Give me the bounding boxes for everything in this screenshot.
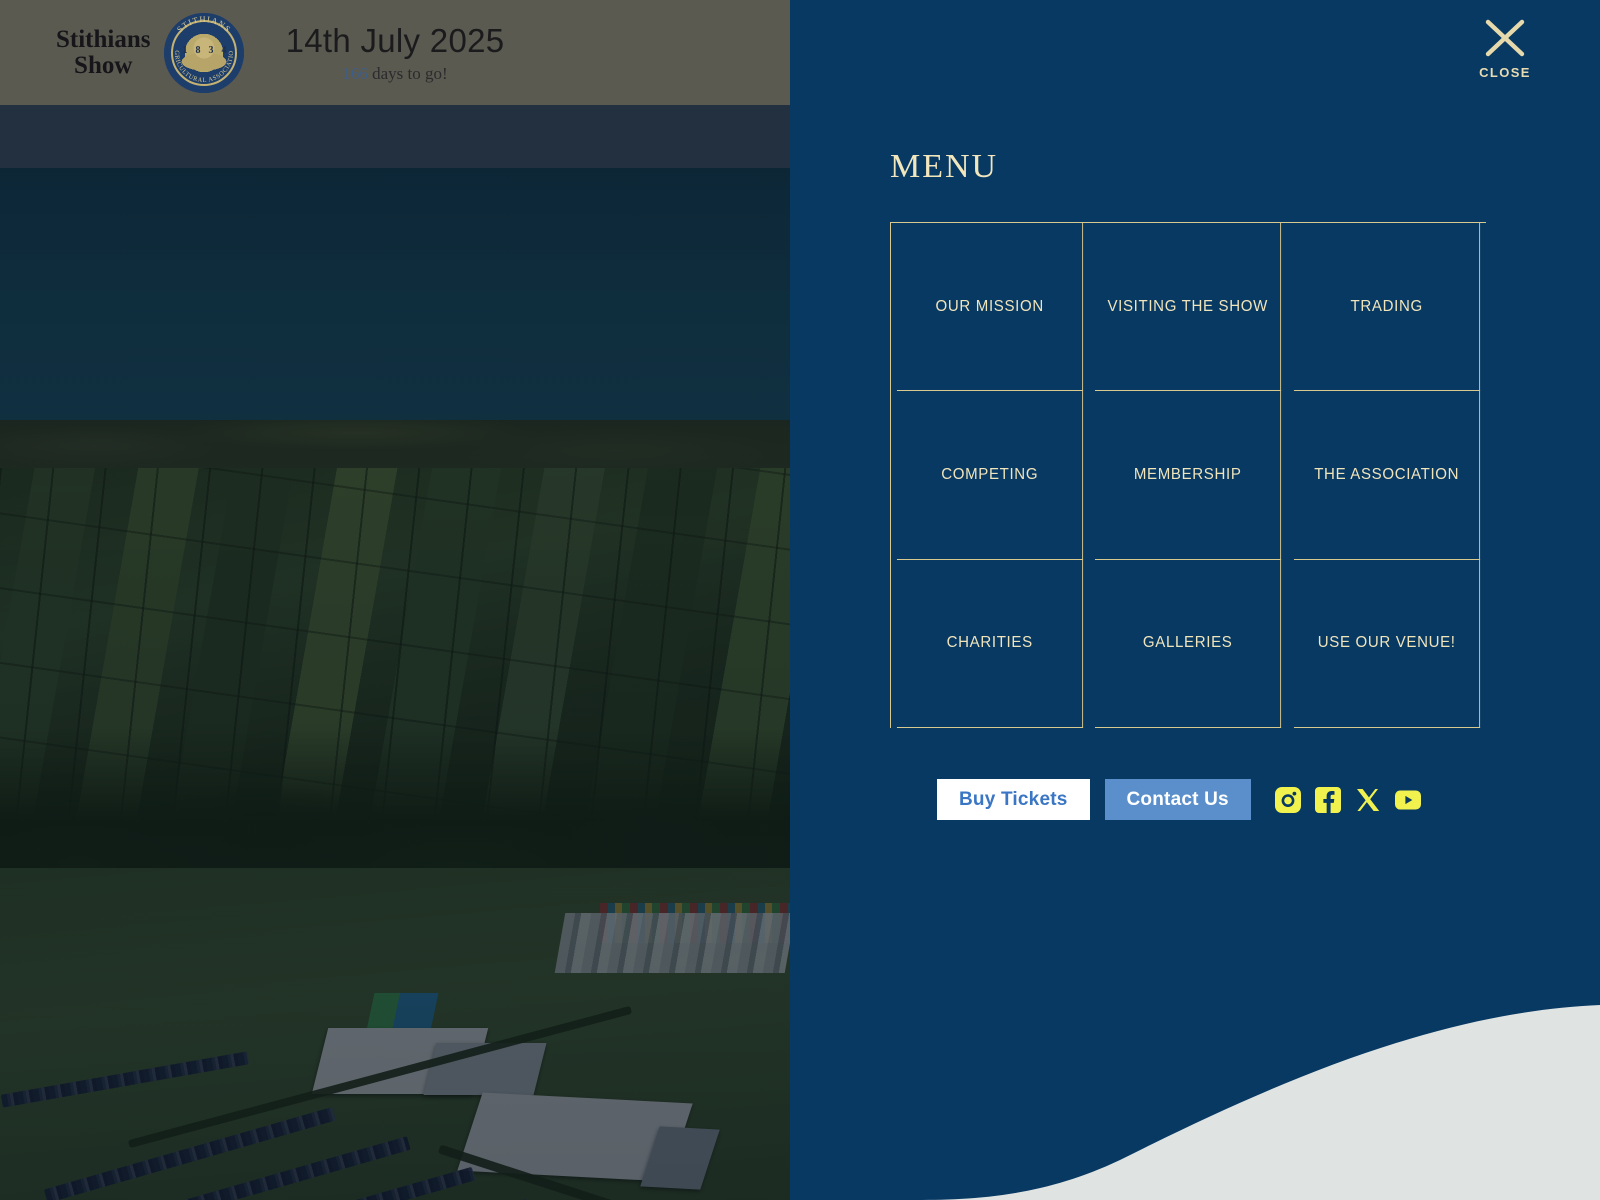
close-menu-label: CLOSE bbox=[1479, 65, 1531, 80]
x-twitter-icon bbox=[1356, 788, 1380, 811]
menu-item-membership[interactable]: MEMBERSHIP bbox=[1095, 391, 1282, 560]
screen: Stithians Show 1834 STITHIANS GRICULTURA… bbox=[0, 0, 1600, 1200]
site-page-background: Stithians Show 1834 STITHIANS GRICULTURA… bbox=[0, 0, 790, 1200]
menu-item-label: GALLERIES bbox=[1143, 634, 1233, 652]
menu-item-label: COMPETING bbox=[941, 465, 1039, 483]
menu-item-label: OUR MISSION bbox=[935, 297, 1044, 315]
menu-item-trading[interactable]: TRADING bbox=[1293, 223, 1481, 392]
close-x-icon bbox=[1485, 19, 1525, 57]
countdown-days: 166 bbox=[342, 63, 368, 83]
facebook-link[interactable] bbox=[1314, 786, 1341, 813]
facebook-icon bbox=[1314, 786, 1341, 813]
menu-item-the-association[interactable]: THE ASSOCIATION bbox=[1293, 391, 1481, 560]
youtube-icon bbox=[1394, 789, 1421, 810]
svg-text:STITHIANS: STITHIANS bbox=[175, 13, 234, 33]
menu-item-our-mission[interactable]: OUR MISSION bbox=[896, 223, 1084, 392]
site-header: Stithians Show 1834 STITHIANS GRICULTURA… bbox=[0, 0, 790, 105]
countdown: 166 days to go! bbox=[0, 64, 790, 84]
close-menu-button[interactable]: CLOSE bbox=[1468, 18, 1542, 80]
social-links bbox=[1274, 786, 1421, 813]
association-crest-icon: 1834 STITHIANS AGRICULTURAL ASSOCIATION bbox=[164, 12, 245, 93]
instagram-link[interactable] bbox=[1274, 786, 1301, 813]
youtube-link[interactable] bbox=[1394, 787, 1421, 813]
menu-grid: OUR MISSION VISITING THE SHOW TRADING CO… bbox=[890, 222, 1486, 728]
instagram-icon bbox=[1274, 786, 1301, 813]
site-navbar bbox=[0, 105, 790, 168]
buy-tickets-button[interactable]: Buy Tickets bbox=[937, 779, 1090, 820]
x-twitter-link[interactable] bbox=[1355, 787, 1381, 813]
menu-item-charities[interactable]: CHARITIES bbox=[896, 559, 1084, 728]
crest-ring-text: STITHIANS AGRICULTURAL ASSOCIATION bbox=[164, 13, 234, 84]
menu-item-label: TRADING bbox=[1350, 297, 1423, 315]
menu-overlay-panel: CLOSE MENU OUR MISSION VISITING THE SHOW… bbox=[790, 0, 1600, 1200]
decorative-wave-shape bbox=[910, 1005, 1600, 1200]
menu-item-label: CHARITIES bbox=[946, 634, 1033, 652]
menu-item-label: USE OUR VENUE! bbox=[1317, 634, 1456, 652]
hero-aerial-photo bbox=[0, 168, 790, 1200]
show-date-block: 14th July 2025 166 days to go! bbox=[0, 22, 790, 84]
overlay-actions: Buy Tickets Contact Us bbox=[937, 779, 1421, 820]
menu-item-visiting-the-show[interactable]: VISITING THE SHOW bbox=[1095, 223, 1282, 392]
menu-item-label: THE ASSOCIATION bbox=[1313, 465, 1459, 483]
menu-item-label: MEMBERSHIP bbox=[1134, 465, 1242, 483]
menu-item-galleries[interactable]: GALLERIES bbox=[1095, 559, 1282, 728]
contact-us-button[interactable]: Contact Us bbox=[1104, 779, 1251, 820]
menu-item-competing[interactable]: COMPETING bbox=[896, 391, 1084, 560]
show-date: 14th July 2025 bbox=[285, 21, 505, 59]
menu-heading: MENU bbox=[890, 148, 999, 185]
menu-item-label: VISITING THE SHOW bbox=[1107, 297, 1269, 315]
page-dim-scrim bbox=[0, 168, 790, 1200]
countdown-suffix: days to go! bbox=[367, 63, 448, 83]
menu-item-use-our-venue[interactable]: USE OUR VENUE! bbox=[1293, 559, 1481, 728]
